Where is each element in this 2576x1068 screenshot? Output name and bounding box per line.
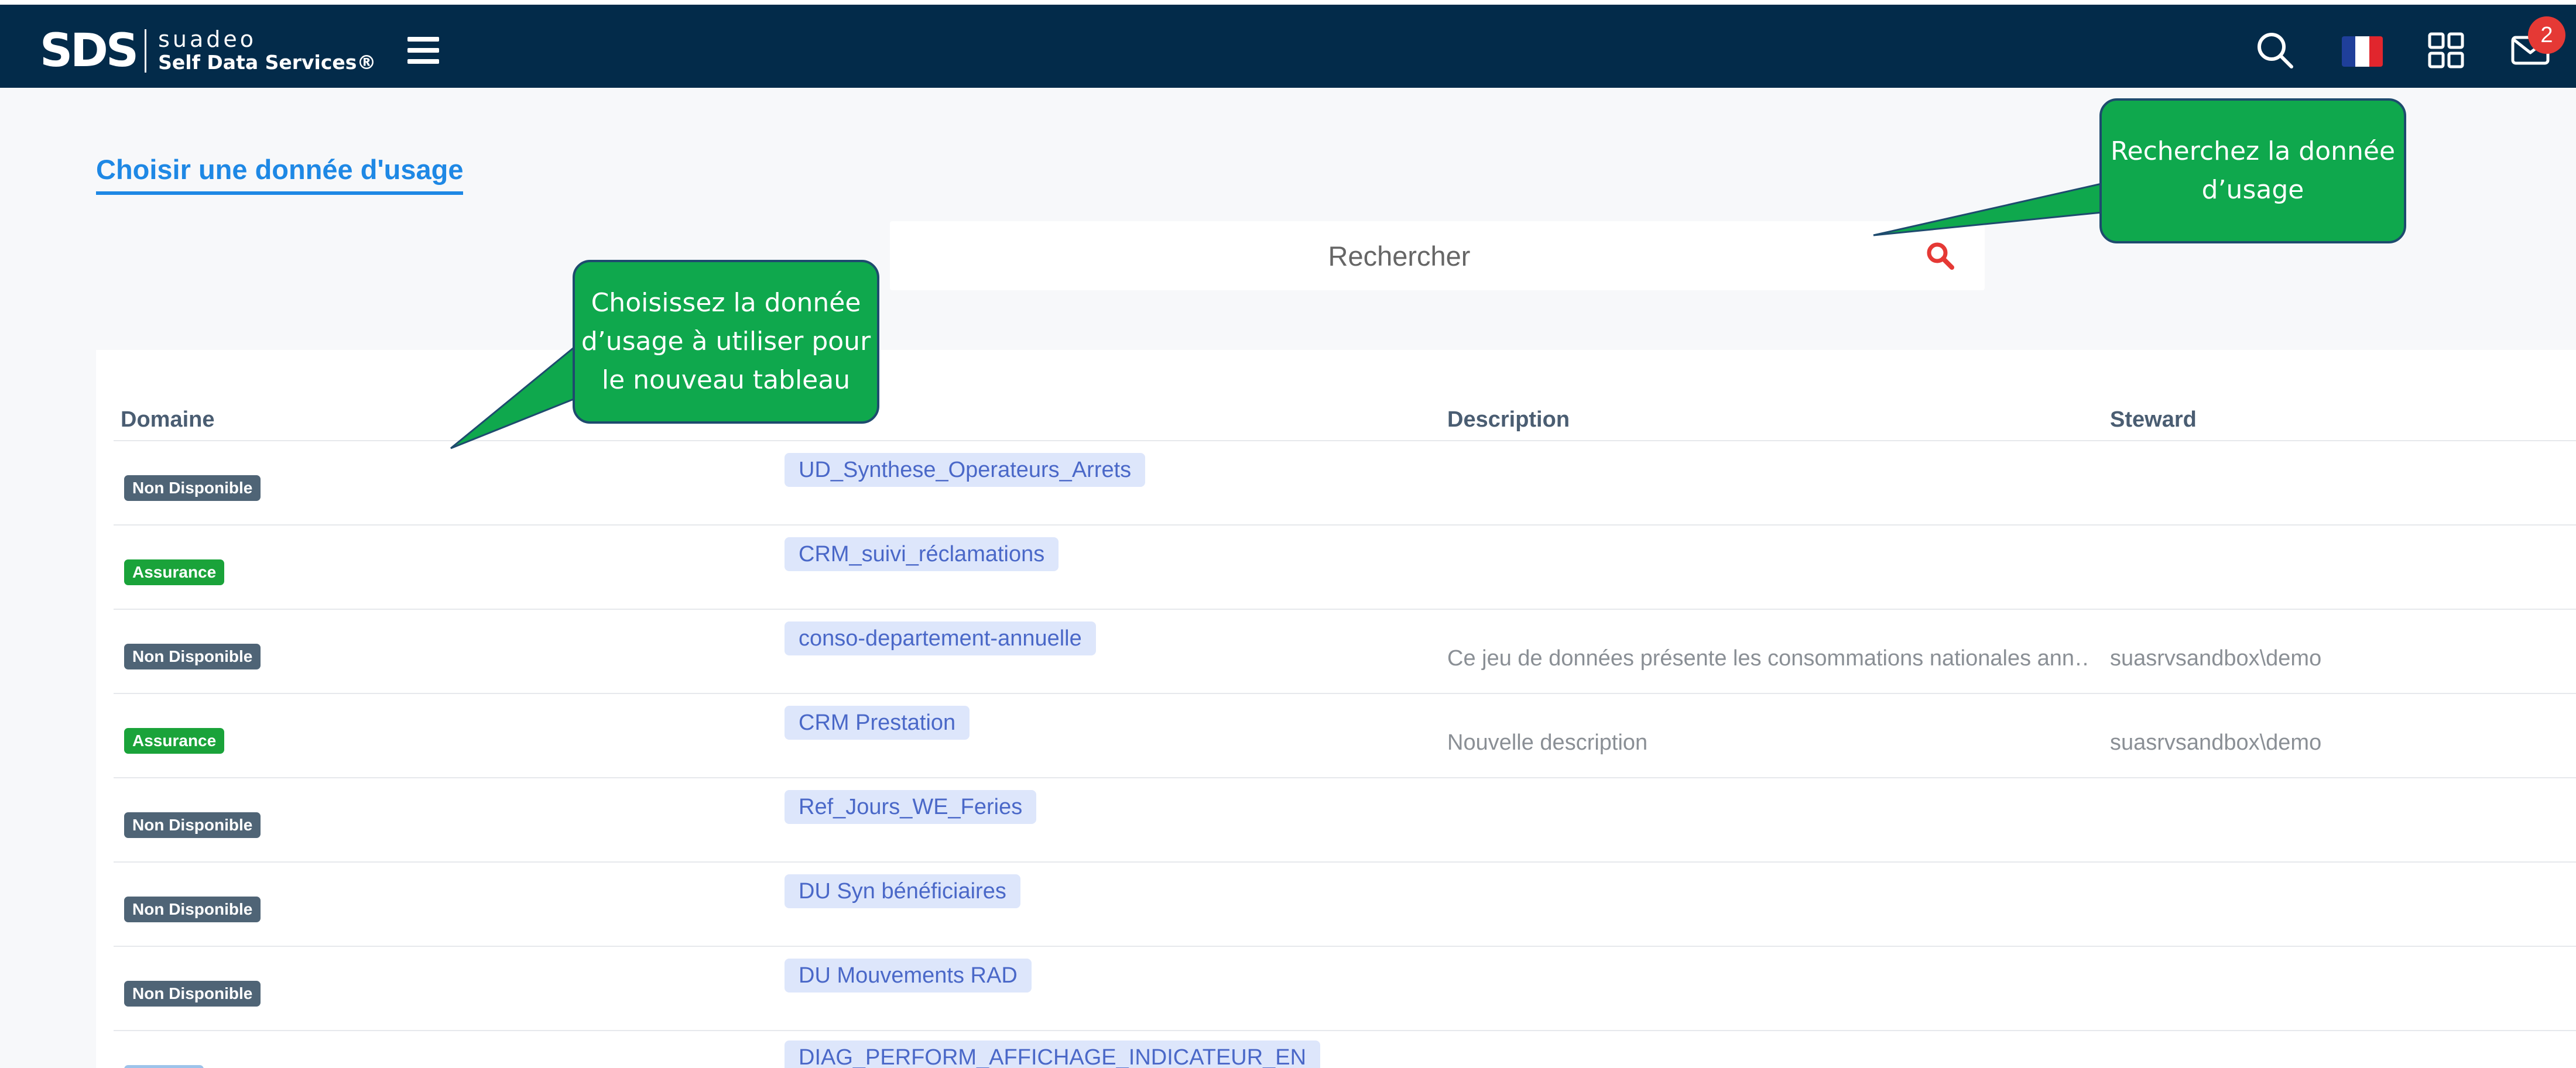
menu-bar xyxy=(407,37,439,42)
column-header-description[interactable]: Description xyxy=(1447,407,1570,432)
usage-data-name[interactable]: CRM_suivi_réclamations xyxy=(785,537,1059,571)
page-title-tab[interactable]: Choisir une donnée d'usage xyxy=(96,153,464,195)
app-header: SDS suadeo Self Data Services® 2 xyxy=(0,5,2576,88)
usage-data-name[interactable]: CRM Prestation xyxy=(785,706,970,740)
flag-stripe-blue xyxy=(2342,36,2356,67)
flag-stripe-red xyxy=(2369,36,2383,67)
menu-bar xyxy=(407,59,439,64)
usage-data-name[interactable]: DIAG_PERFORM_AFFICHAGE_INDICATEUR_EN xyxy=(785,1040,1321,1068)
logo-separator xyxy=(145,29,147,73)
hamburger-menu-icon[interactable] xyxy=(407,37,439,64)
flag-stripe-white xyxy=(2355,36,2369,67)
row-description: Ce jeu de données présente les consommat… xyxy=(1447,646,2091,671)
usage-data-name[interactable]: DU Syn bénéficiaires xyxy=(785,874,1020,908)
choose-hint-callout: Choisissez la donnée d’usage à utiliser … xyxy=(573,260,879,424)
usage-data-table: Domaine Description Steward Non Disponib… xyxy=(96,350,2576,1068)
table-row[interactable]: Non Disponible conso-departement-annuell… xyxy=(96,610,2576,693)
search-box xyxy=(890,221,1985,290)
domain-badge: Assurance xyxy=(124,728,225,754)
search-input[interactable] xyxy=(890,221,1909,290)
menu-bar xyxy=(407,48,439,53)
table-row[interactable]: Non Disponible DU Syn bénéficiaires xyxy=(96,863,2576,946)
table-row[interactable]: Non Disponible UD_Synthese_Operateurs_Ar… xyxy=(96,441,2576,525)
domain-badge: Assurance xyxy=(124,559,225,585)
usage-data-name[interactable]: Ref_Jours_WE_Feries xyxy=(785,790,1037,824)
search-icon[interactable] xyxy=(1925,241,1955,271)
domain-badge: Non Disponible xyxy=(124,812,261,838)
brand-logo[interactable]: SDS suadeo Self Data Services® xyxy=(40,26,376,76)
row-steward: suasrvsandbox\demo xyxy=(2110,730,2322,755)
domain-badge: Non Disponible xyxy=(124,475,261,501)
top-frame-line xyxy=(0,0,2576,5)
table-row[interactable]: Assurance CRM_suivi_réclamations xyxy=(96,526,2576,609)
notification-badge: 2 xyxy=(2528,16,2565,54)
french-flag-icon[interactable] xyxy=(2342,36,2383,67)
column-header-steward[interactable]: Steward xyxy=(2110,407,2197,432)
apps-grid-icon[interactable] xyxy=(2424,28,2468,73)
table-row[interactable]: Assurance CRM Prestation Nouvelle descri… xyxy=(96,694,2576,778)
search-hint-callout: Recherchez la donnée d’usage xyxy=(2099,98,2406,243)
domain-badge xyxy=(124,1065,204,1068)
logo-text: suadeo Self Data Services® xyxy=(158,28,376,74)
column-header-domain[interactable]: Domaine xyxy=(121,407,214,432)
domain-badge: Non Disponible xyxy=(124,644,261,669)
table-row[interactable]: Non Disponible Ref_Jours_WE_Feries xyxy=(96,778,2576,862)
table-row[interactable]: Non Disponible DU Mouvements RAD xyxy=(96,947,2576,1031)
usage-data-name[interactable]: conso-departement-annuelle xyxy=(785,621,1096,655)
brand-tagline: Self Data Services® xyxy=(158,51,376,74)
search-icon[interactable] xyxy=(2253,28,2297,73)
domain-badge: Non Disponible xyxy=(124,897,261,922)
domain-badge: Non Disponible xyxy=(124,981,261,1007)
usage-data-name[interactable]: UD_Synthese_Operateurs_Arrets xyxy=(785,453,1146,487)
logo-mark: SDS xyxy=(40,25,139,77)
usage-data-name[interactable]: DU Mouvements RAD xyxy=(785,959,1032,993)
brand-name: suadeo xyxy=(158,26,257,52)
row-steward: suasrvsandbox\demo xyxy=(2110,646,2322,671)
table-row[interactable]: DIAG_PERFORM_AFFICHAGE_INDICATEUR_EN xyxy=(96,1031,2576,1068)
row-description: Nouvelle description xyxy=(1447,730,1648,755)
